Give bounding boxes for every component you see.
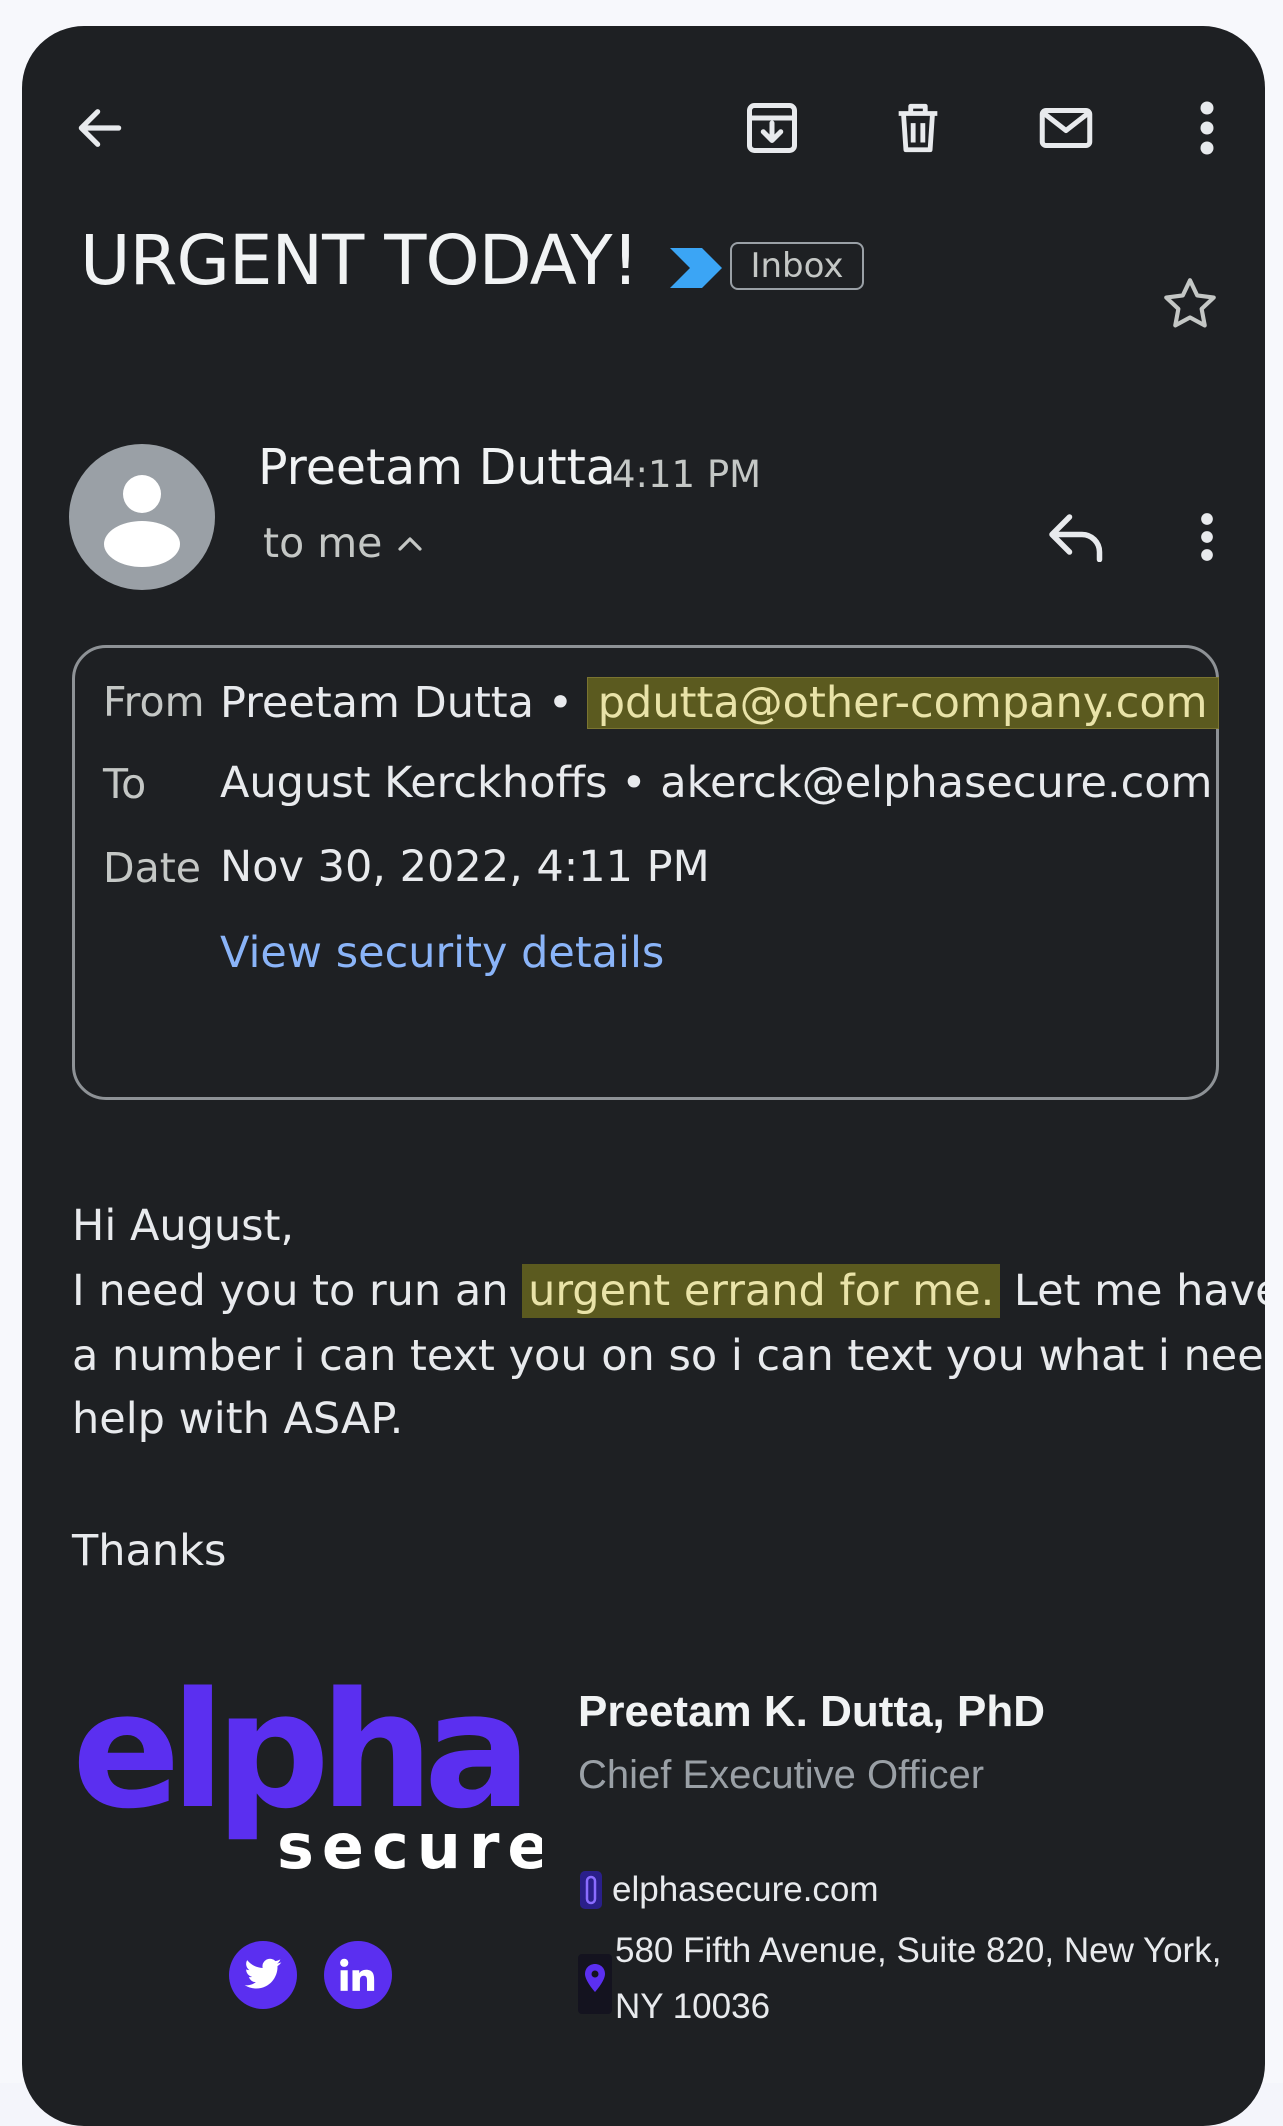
signature-website-row[interactable]: elphasecure.com <box>578 1869 879 1911</box>
reply-button[interactable] <box>1032 492 1122 582</box>
address-line-2: NY 10036 <box>615 1987 771 2026</box>
archive-button[interactable] <box>722 78 822 178</box>
back-button[interactable] <box>50 78 150 178</box>
sender-name: Preetam Dutta <box>258 439 616 496</box>
message-line-2: a number i can text you on so i can text… <box>72 1331 1265 1381</box>
delete-button[interactable] <box>868 78 968 178</box>
message-line-1: I need you to run an urgent errand for m… <box>72 1259 1265 1323</box>
star-icon <box>1164 278 1216 328</box>
linkedin-button[interactable] <box>324 1941 392 2009</box>
linkedin-icon <box>340 1958 375 1991</box>
person-icon <box>104 475 180 567</box>
email-subject: URGENT TODAY! <box>80 221 639 301</box>
email-view: URGENT TODAY! Inbox Preetam Dutta 4:11 P… <box>22 26 1265 2126</box>
elpha-secure-logo: elpha secure <box>72 1657 542 1876</box>
recipient-summary: to me <box>263 519 383 567</box>
to-email: akerck@elphasecure.com <box>660 758 1213 808</box>
location-pin-icon <box>578 1954 612 2014</box>
mail-icon <box>1039 108 1093 148</box>
separator-dot: • <box>547 678 587 728</box>
reply-icon <box>1049 514 1103 562</box>
separator-dot: • <box>621 758 661 808</box>
twitter-button[interactable] <box>229 1941 297 2009</box>
inbox-label-chip[interactable]: Inbox <box>730 242 864 290</box>
message-greeting: Hi August, <box>72 1201 295 1251</box>
svg-text:secure: secure <box>277 1810 542 1876</box>
from-label: From <box>103 678 205 726</box>
from-value: Preetam Dutta • pdutta@other-company.com <box>220 677 1219 729</box>
to-name: August Kerckhoffs <box>220 758 608 808</box>
date-value: Nov 30, 2022, 4:11 PM <box>220 842 710 892</box>
highlighted-phrase: urgent errand for me. <box>522 1264 1001 1318</box>
message-line-3: help with ASAP. <box>72 1394 404 1444</box>
arrow-left-icon <box>78 109 122 147</box>
avatar[interactable] <box>69 444 215 590</box>
more-vertical-icon <box>1200 101 1214 155</box>
mark-unread-button[interactable] <box>1016 78 1116 178</box>
to-value: August Kerckhoffs • akerck@elphasecure.c… <box>220 758 1212 808</box>
star-button[interactable] <box>1150 264 1230 344</box>
message-details-panel: From Preetam Dutta • pdutta@other-compan… <box>72 645 1219 1100</box>
trash-icon <box>898 103 938 153</box>
from-name: Preetam Dutta <box>220 678 535 728</box>
important-marker-icon[interactable] <box>668 246 724 290</box>
link-icon <box>580 1871 602 1909</box>
to-label: To <box>103 760 147 808</box>
sent-time: 4:11 PM <box>612 453 762 496</box>
more-vertical-icon <box>1201 513 1213 561</box>
security-details-link[interactable]: View security details <box>220 928 664 978</box>
message-more-button[interactable] <box>1172 492 1242 582</box>
more-options-button[interactable] <box>1162 78 1252 178</box>
recipient-toggle[interactable]: to me <box>263 519 424 567</box>
from-email: pdutta@other-company.com <box>586 677 1219 729</box>
signature-title: Chief Executive Officer <box>578 1753 985 1797</box>
signature-name: Preetam K. Dutta, PhD <box>578 1687 1045 1736</box>
website-link[interactable]: elphasecure.com <box>612 1870 879 1910</box>
message-text: Let me have <box>1000 1266 1265 1316</box>
chevron-up-icon <box>398 537 422 551</box>
message-text: I need you to run an <box>72 1266 523 1316</box>
date-label: Date <box>103 844 201 892</box>
address-line-1: 580 Fifth Avenue, Suite 820, New York, <box>615 1931 1222 1970</box>
message-signoff: Thanks <box>72 1526 227 1576</box>
twitter-icon <box>244 1958 282 1989</box>
archive-icon <box>747 103 797 153</box>
